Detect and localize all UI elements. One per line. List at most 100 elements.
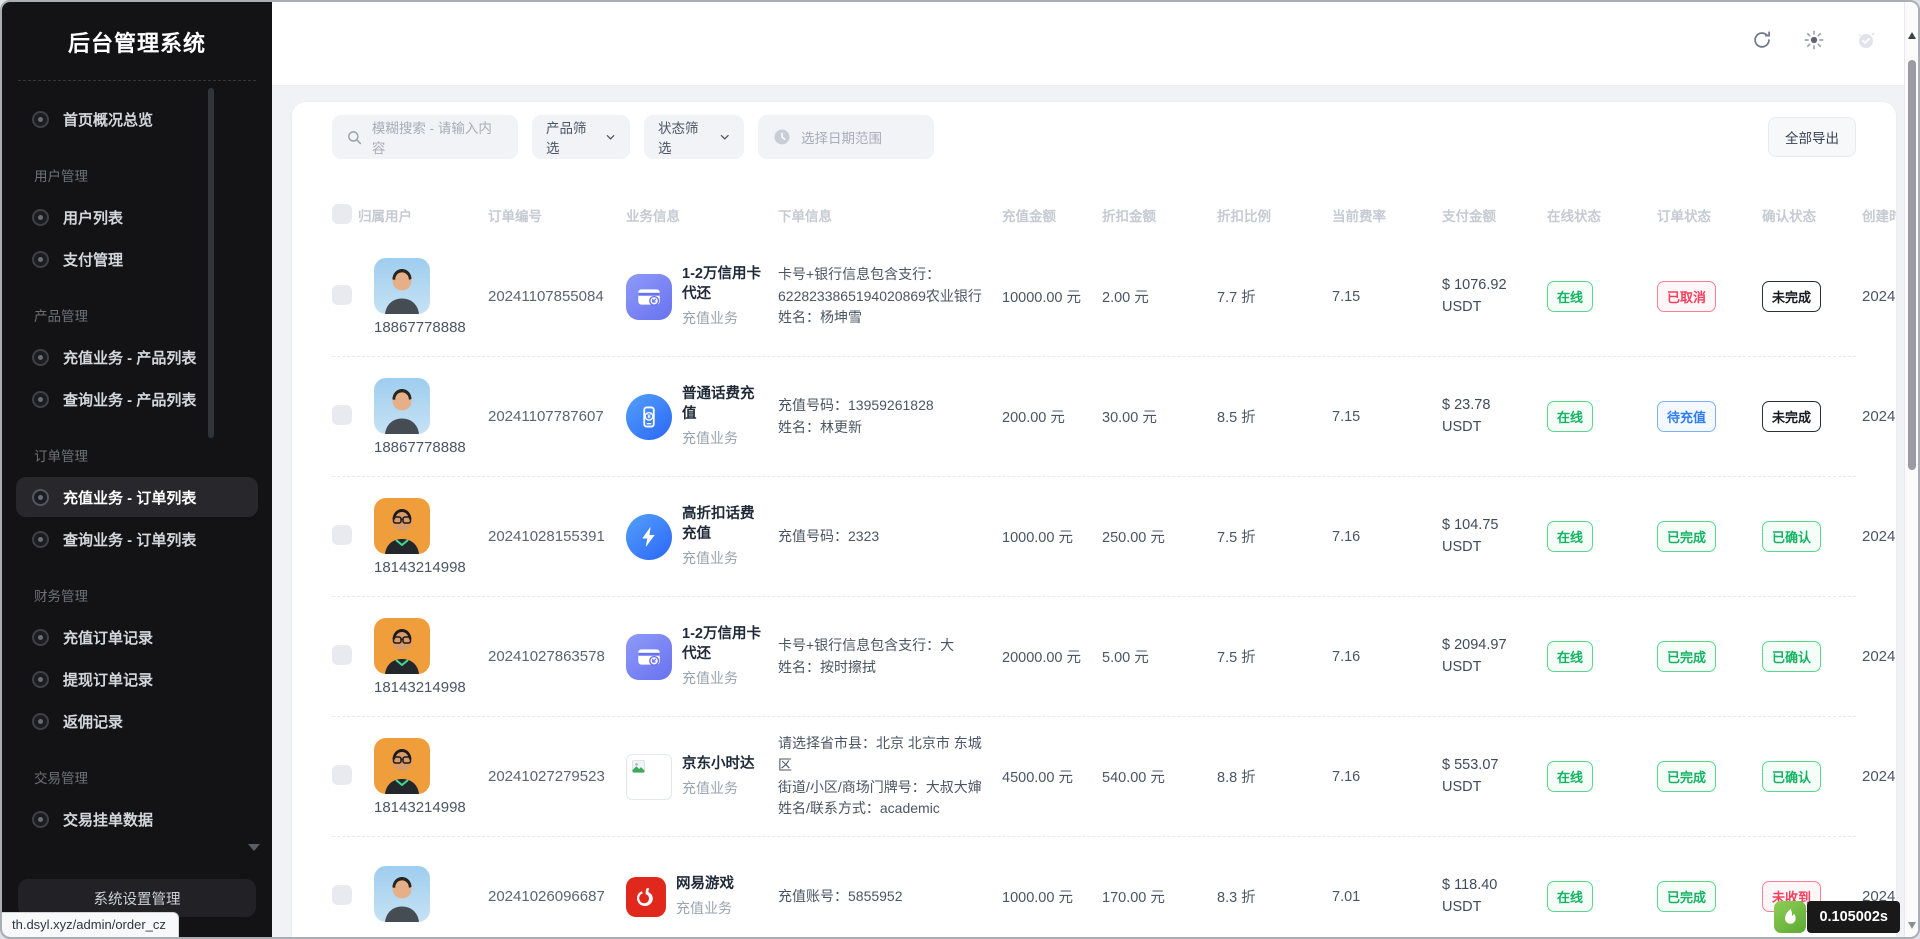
discount-amount: 250.00 元 — [1102, 526, 1217, 547]
online-status-cell: 在线 — [1547, 521, 1657, 552]
menu-bullet-icon — [32, 349, 49, 366]
order-status-cell: 已完成 — [1657, 521, 1762, 552]
discount-amount: 2.00 元 — [1102, 286, 1217, 307]
scrollbar-down-icon[interactable] — [1908, 922, 1916, 929]
export-all-button[interactable]: 全部导出 — [1768, 117, 1856, 157]
discount-amount: 540.00 元 — [1102, 766, 1217, 787]
sidebar-scroll-down-icon[interactable] — [248, 844, 260, 851]
order-status-badge: 已取消 — [1657, 281, 1716, 312]
row-checkbox[interactable] — [332, 285, 352, 305]
product-filter-select[interactable]: 产品筛选 — [532, 115, 630, 159]
sidebar-item[interactable]: 提现订单记录 — [16, 659, 258, 699]
table-header-cell: 业务信息 — [626, 205, 778, 225]
brightness-icon[interactable] — [1802, 28, 1826, 52]
product-name: 京东小时达 — [682, 755, 755, 775]
menu-bullet-icon — [32, 209, 49, 226]
page-scrollbar[interactable] — [1904, 2, 1918, 937]
menu-bullet-icon — [32, 251, 49, 268]
sidebar-item[interactable]: 交易挂单数据 — [16, 799, 258, 839]
table-body: 18867778888 20241107855084 1-2万信用卡代还 充值业… — [332, 237, 1856, 939]
business-info-cell: 京东小时达 充值业务 — [626, 754, 778, 800]
online-status-cell: 在线 — [1547, 761, 1657, 792]
sidebar-item[interactable]: 充值订单记录 — [16, 617, 258, 657]
sidebar-section-label: 用户管理 — [34, 165, 258, 185]
sidebar-item-label: 充值业务 - 产品列表 — [63, 347, 196, 368]
sidebar-item-label: 交易挂单数据 — [63, 809, 153, 830]
main-area: 模糊搜索 - 请输入内容 产品筛选 状态筛选 — [272, 2, 1918, 937]
sidebar-item[interactable]: 支付管理 — [16, 239, 258, 279]
menu-bullet-icon — [32, 713, 49, 730]
sidebar-section-label: 财务管理 — [34, 585, 258, 605]
created-at: 2024- — [1862, 648, 1896, 665]
business-info-cell: 1-2万信用卡代还 充值业务 — [626, 625, 778, 687]
table-header-cell: 下单信息 — [778, 205, 1002, 225]
product-name: 1-2万信用卡代还 — [682, 265, 766, 304]
row-checkbox-cell — [332, 765, 358, 789]
pay-currency: USDT — [1442, 897, 1535, 919]
confirm-status-badge: 未完成 — [1762, 401, 1821, 432]
order-number: 20241107855084 — [488, 288, 626, 305]
row-checkbox-cell — [332, 645, 358, 669]
business-text: 1-2万信用卡代还 充值业务 — [682, 625, 766, 687]
scrollbar-thumb[interactable] — [1908, 60, 1916, 470]
orders-table: 归属用户订单编号业务信息下单信息充值金额折扣金额折扣比例当前费率支付金额在线状态… — [332, 193, 1856, 939]
sidebar-item-label: 支付管理 — [63, 249, 123, 270]
sidebar-item-label: 充值业务 - 订单列表 — [63, 487, 196, 508]
topbar-icons — [1750, 28, 1878, 52]
sidebar-item[interactable]: 充值业务 - 订单列表 — [16, 477, 258, 517]
sidebar-item-label: 返佣记录 — [63, 711, 123, 732]
confirm-status-cell: 未完成 — [1762, 401, 1862, 432]
app-window: 后台管理系统 首页概况总览用户管理用户列表支付管理产品管理充值业务 - 产品列表… — [0, 0, 1920, 939]
refresh-icon[interactable] — [1750, 28, 1774, 52]
order-info-line: 姓名：按时擦拭 — [778, 657, 990, 679]
sidebar-item[interactable]: 首页概况总览 — [16, 99, 258, 139]
table-header-cell: 支付金额 — [1442, 205, 1547, 225]
image-placeholder-icon — [626, 754, 672, 800]
discount-ratio: 8.3 折 — [1217, 886, 1332, 907]
online-status-badge: 在线 — [1547, 641, 1593, 672]
table-header-cell: 充值金额 — [1002, 205, 1102, 225]
sidebar-nav: 首页概况总览用户管理用户列表支付管理产品管理充值业务 - 产品列表查询业务 - … — [2, 81, 272, 841]
pay-amount-cell: $ 2094.97 USDT — [1442, 635, 1547, 679]
date-range-picker[interactable]: 选择日期范围 — [758, 115, 934, 159]
created-at: 2024- — [1862, 288, 1896, 305]
performance-widget[interactable]: 0.105002s — [1774, 901, 1900, 933]
confirm-status-cell: 已确认 — [1762, 641, 1862, 672]
business-text: 高折扣话费充值 充值业务 — [682, 505, 766, 567]
order-number: 20241027863578 — [488, 648, 626, 665]
row-checkbox[interactable] — [332, 645, 352, 665]
row-checkbox[interactable] — [332, 405, 352, 425]
select-all-checkbox[interactable] — [332, 204, 352, 224]
recharge-amount: 1000.00 元 — [1002, 886, 1102, 907]
row-checkbox[interactable] — [332, 525, 352, 545]
sidebar-item[interactable]: 查询业务 - 订单列表 — [16, 519, 258, 559]
menu-bullet-icon — [32, 671, 49, 688]
online-status-cell: 在线 — [1547, 881, 1657, 912]
avatar-man-orange — [374, 618, 430, 674]
discount-ratio: 7.7 折 — [1217, 286, 1332, 307]
row-checkbox-cell — [332, 285, 358, 309]
sidebar-item[interactable]: 用户列表 — [16, 197, 258, 237]
sidebar-item[interactable]: 查询业务 - 产品列表 — [16, 379, 258, 419]
order-status-cell: 待充值 — [1657, 401, 1762, 432]
sidebar-scrollbar-thumb[interactable] — [208, 88, 214, 438]
user-cell: 18143214998 — [358, 618, 488, 696]
sidebar-item[interactable]: 返佣记录 — [16, 701, 258, 741]
row-checkbox-cell — [332, 885, 358, 909]
table-header-cell: 订单编号 — [488, 205, 626, 225]
search-input[interactable]: 模糊搜索 - 请输入内容 — [332, 115, 518, 159]
order-info-line: 充值账号：5855952 — [778, 886, 990, 908]
order-number: 20241026096687 — [488, 888, 626, 905]
content-area: 模糊搜索 - 请输入内容 产品筛选 状态筛选 — [272, 86, 1904, 937]
scrollbar-up-icon[interactable] — [1908, 32, 1916, 39]
verified-badge-icon[interactable] — [1854, 28, 1878, 52]
sidebar-item[interactable]: 充值业务 - 产品列表 — [16, 337, 258, 377]
row-checkbox[interactable] — [332, 765, 352, 785]
status-filter-select[interactable]: 状态筛选 — [644, 115, 744, 159]
product-type: 充值业务 — [682, 548, 766, 568]
chevron-down-icon — [719, 131, 730, 143]
row-checkbox[interactable] — [332, 885, 352, 905]
business-info-cell: 高折扣话费充值 充值业务 — [626, 505, 778, 567]
pay-amount: $ 104.75 — [1442, 515, 1535, 537]
row-checkbox-cell — [332, 525, 358, 549]
